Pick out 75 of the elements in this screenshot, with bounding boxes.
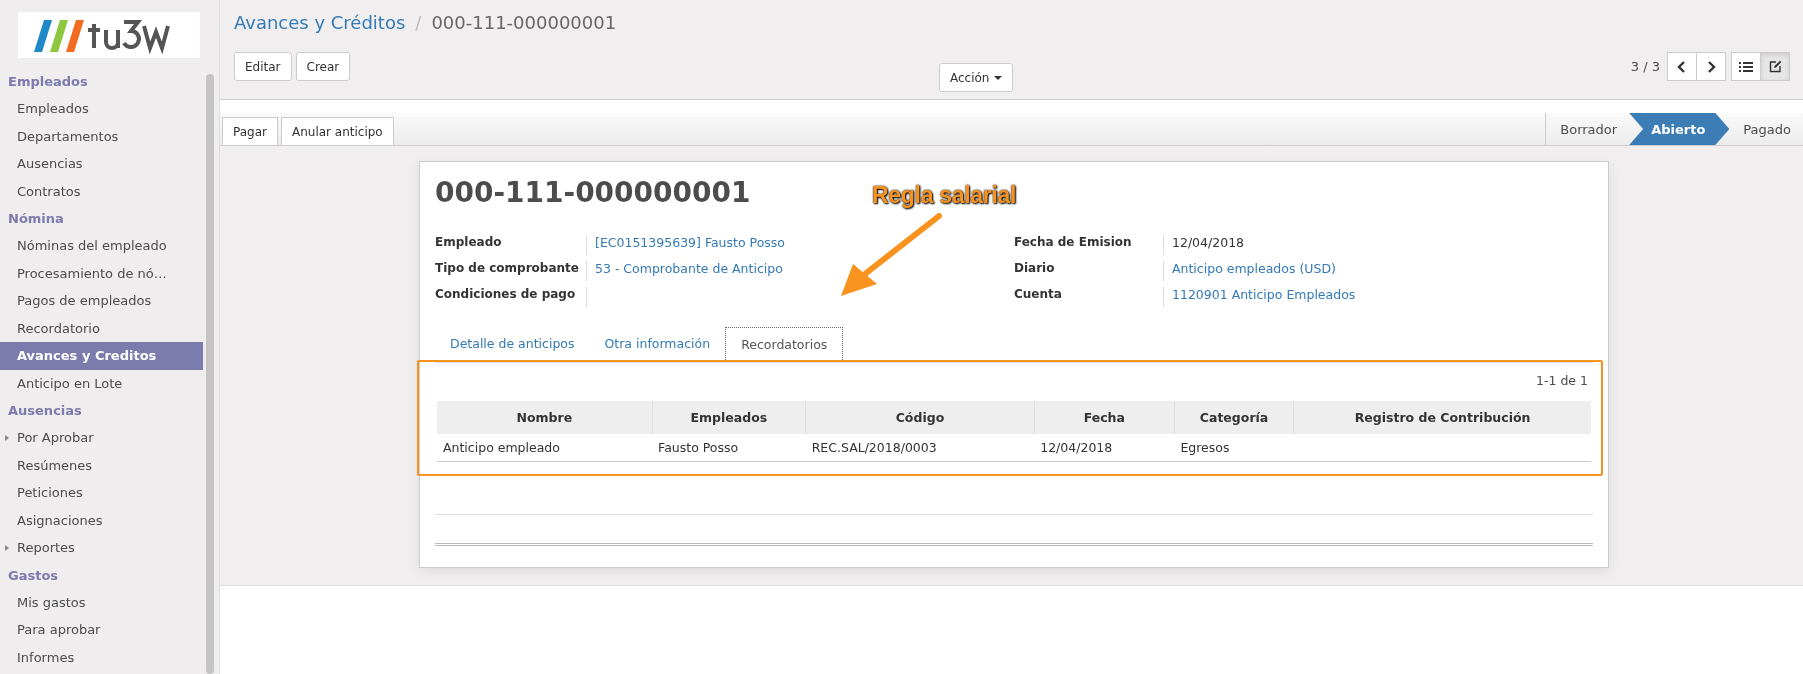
- sidebar-item[interactable]: Anticipo en Lote: [0, 369, 203, 397]
- logo-icon: [18, 12, 200, 58]
- sidebar-item[interactable]: Reportes: [0, 534, 203, 562]
- toolbar-button[interactable]: Editar: [234, 52, 292, 81]
- field-label: Condiciones de pago: [435, 287, 587, 307]
- column-header[interactable]: Empleados: [652, 401, 806, 434]
- annotation-label: Regla salarial: [872, 182, 1017, 209]
- field-label: Tipo de comprobante: [435, 261, 587, 281]
- pager-text: 1-1 de 1: [1536, 373, 1588, 390]
- breadcrumb-separator: /: [415, 12, 422, 33]
- header-button[interactable]: Pagar: [222, 117, 278, 145]
- section-heading: Gastos: [7, 566, 60, 585]
- table-cell: Anticipo empleado: [437, 434, 653, 462]
- form-view-button[interactable]: [1760, 52, 1790, 81]
- sidebar-item[interactable]: Empleados: [0, 95, 203, 123]
- chevron-right-icon: [1706, 60, 1716, 73]
- list-view-button[interactable]: [1731, 52, 1761, 81]
- table-cell: REC.SAL/2018/0003: [805, 434, 1035, 462]
- breadcrumb-link[interactable]: Avances y Créditos: [234, 12, 406, 33]
- sidebar-item[interactable]: Procesamiento de nó…: [0, 259, 203, 287]
- sidebar-item[interactable]: Departamentos: [0, 122, 203, 150]
- sidebar-item[interactable]: Mis gastos: [0, 588, 203, 616]
- table-cell: Fausto Posso: [652, 434, 806, 462]
- sidebar-item[interactable]: Pagos de empleados: [0, 287, 203, 315]
- table-cell: Egresos: [1174, 434, 1294, 462]
- column-header[interactable]: Código: [805, 401, 1035, 434]
- status-step[interactable]: Borrador: [1546, 113, 1630, 145]
- edit-icon: [1768, 60, 1782, 73]
- record-title: 000-111-000000001: [435, 176, 751, 211]
- status-step[interactable]: Pagado: [1729, 113, 1803, 145]
- sidebar-item[interactable]: Peticiones: [0, 479, 203, 507]
- field-label: Diario: [1014, 261, 1164, 281]
- tab[interactable]: Otra información: [589, 327, 726, 362]
- section-heading: Nómina: [7, 210, 65, 228]
- previous-button[interactable]: [1667, 52, 1697, 81]
- column-header[interactable]: Fecha: [1034, 401, 1175, 434]
- scrollbar[interactable]: [206, 74, 214, 674]
- status-step[interactable]: Abierto: [1629, 113, 1730, 145]
- action-dropdown[interactable]: Acción: [939, 63, 1014, 92]
- sidebar-item[interactable]: Avances y Creditos: [0, 342, 203, 370]
- sidebar-item[interactable]: Asignaciones: [0, 506, 203, 534]
- sidebar-item[interactable]: Nóminas del empleado: [0, 232, 203, 260]
- field-link[interactable]: 1120901 Anticipo Empleados: [1172, 287, 1356, 302]
- section-heading: Empleados: [7, 73, 89, 91]
- sidebar-item[interactable]: Resúmenes: [0, 451, 203, 479]
- field-label: Cuenta: [1014, 287, 1164, 307]
- field-link[interactable]: Anticipo empleados (USD): [1172, 261, 1336, 276]
- breadcrumb-current: 000-111-000000001: [431, 12, 617, 33]
- section-heading: Ausencias: [7, 402, 83, 420]
- column-header[interactable]: Nombre: [437, 401, 653, 434]
- sidebar-item[interactable]: Por Aprobar: [0, 424, 203, 452]
- field-label: Fecha de Emision: [1014, 235, 1164, 255]
- sidebar-item[interactable]: Para aprobar: [0, 616, 203, 644]
- pager-text: 3 / 3: [1630, 59, 1660, 74]
- sidebar-item[interactable]: Contratos: [0, 177, 203, 205]
- column-header[interactable]: Categoría: [1174, 401, 1294, 434]
- expand-icon: [5, 435, 9, 441]
- next-button[interactable]: [1696, 52, 1726, 81]
- field-label: Empleado: [435, 235, 587, 255]
- table-cell: 12/04/2018: [1034, 434, 1175, 462]
- expand-icon: [5, 545, 9, 551]
- sidebar-item[interactable]: Informes: [0, 643, 203, 671]
- list-icon: [1739, 60, 1753, 73]
- column-header[interactable]: Registro de Contribución: [1293, 401, 1591, 434]
- header-button[interactable]: Anular anticipo: [280, 117, 394, 145]
- field-value: 12/04/2018: [1172, 235, 1245, 250]
- caret-icon: [994, 75, 1003, 80]
- sidebar-item[interactable]: Recordatorio: [0, 314, 203, 342]
- chevron-left-icon: [1677, 60, 1687, 73]
- toolbar-button[interactable]: Crear: [295, 52, 351, 81]
- field-link[interactable]: [EC0151395639] Fausto Posso: [595, 235, 785, 250]
- tab[interactable]: Detalle de anticipos: [435, 327, 590, 362]
- tab[interactable]: Recordatorios: [725, 327, 844, 362]
- field-link[interactable]: 53 - Comprobante de Anticipo: [595, 261, 783, 276]
- sidebar-item[interactable]: Ausencias: [0, 150, 203, 178]
